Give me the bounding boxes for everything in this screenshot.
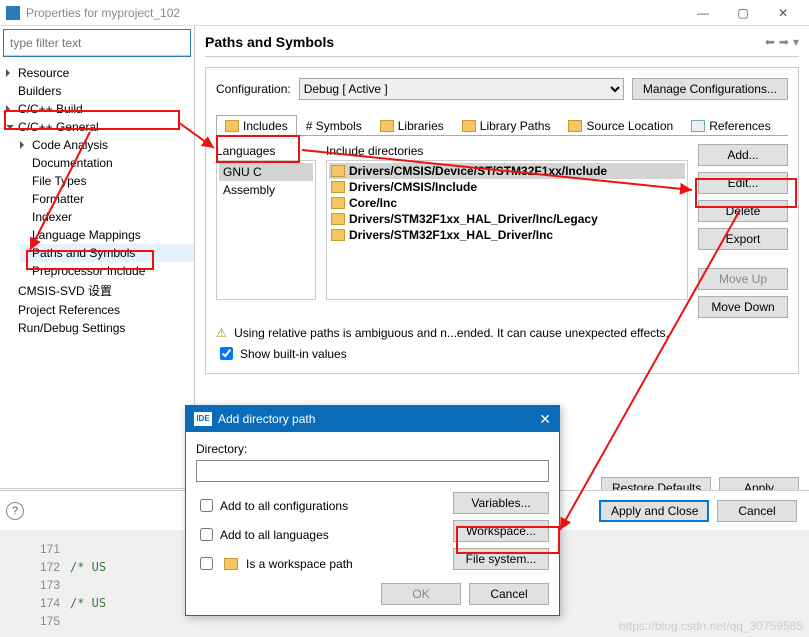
- directory-input[interactable]: [196, 460, 549, 482]
- tree-language-mappings[interactable]: Language Mappings: [20, 226, 194, 244]
- dialog-title: Add directory path: [218, 412, 315, 426]
- tab-libraries[interactable]: Libraries: [371, 115, 453, 136]
- move-down-button[interactable]: Move Down: [698, 296, 788, 318]
- lang-assembly[interactable]: Assembly: [219, 181, 313, 199]
- warning-icon: ⚠: [216, 326, 227, 340]
- show-builtin-checkbox[interactable]: [220, 347, 233, 360]
- config-label: Configuration:: [216, 82, 291, 96]
- close-button[interactable]: ✕: [763, 6, 803, 20]
- page-title: Paths and Symbols: [205, 34, 761, 50]
- tree-formatter[interactable]: Formatter: [20, 190, 194, 208]
- export-button[interactable]: Export: [698, 228, 788, 250]
- folder-icon: [331, 229, 345, 241]
- code-editor: 171 172/* US 173 174/* US 175: [30, 540, 809, 630]
- app-icon: [6, 6, 20, 20]
- tree-resource[interactable]: Resource: [6, 64, 194, 82]
- document-icon: [691, 120, 705, 132]
- tree-cmsis-svd[interactable]: CMSIS-SVD 设置: [6, 280, 194, 301]
- settings-panel: Configuration: Debug [ Active ] Manage C…: [205, 67, 799, 374]
- note-text: Using relative paths is ambiguous and n.…: [234, 326, 669, 340]
- tab-source-location[interactable]: Source Location: [559, 115, 682, 136]
- languages-column: Languages GNU C Assembly: [216, 144, 316, 318]
- includes-column: Include directories Drivers/CMSIS/Device…: [326, 144, 688, 318]
- delete-button[interactable]: Delete: [698, 200, 788, 222]
- languages-header: Languages: [216, 144, 316, 160]
- help-icon[interactable]: ?: [6, 502, 24, 520]
- include-item: Core/Inc: [329, 195, 685, 211]
- folder-icon: [225, 120, 239, 132]
- tree-file-types[interactable]: File Types: [20, 172, 194, 190]
- menu-chevron-icon[interactable]: ▾: [793, 35, 799, 49]
- tree-project-references[interactable]: Project References: [6, 301, 194, 319]
- tab-includes[interactable]: Includes: [216, 115, 297, 136]
- tree-cpp-general[interactable]: C/C++ General: [6, 118, 194, 136]
- tree-documentation[interactable]: Documentation: [20, 154, 194, 172]
- folder-icon: [331, 165, 345, 177]
- tree-run-debug[interactable]: Run/Debug Settings: [6, 319, 194, 337]
- tab-symbols[interactable]: # Symbols: [297, 115, 371, 136]
- include-item: Drivers/CMSIS/Include: [329, 179, 685, 195]
- cancel-button[interactable]: Cancel: [717, 500, 797, 522]
- filter-input[interactable]: [4, 30, 190, 56]
- folder-icon: [331, 181, 345, 193]
- tab-references[interactable]: References: [682, 115, 779, 136]
- tree-code-analysis[interactable]: Code Analysis: [20, 136, 194, 154]
- nav-tree: Resource Builders C/C++ Build C/C++ Gene…: [0, 60, 194, 488]
- add-button[interactable]: Add...: [698, 144, 788, 166]
- watermark: https://blog.csdn.net/qq_30759585: [619, 619, 803, 633]
- titlebar: Properties for myproject_102 — ▢ ✕: [0, 0, 809, 26]
- include-item: Drivers/CMSIS/Device/ST/STM32F1xx/Includ…: [329, 163, 685, 179]
- variables-button[interactable]: Variables...: [453, 492, 549, 514]
- tree-paths-symbols[interactable]: Paths and Symbols: [20, 244, 194, 262]
- tree-preprocessor-include[interactable]: Preprocessor Include: [20, 262, 194, 280]
- add-all-conf-checkbox[interactable]: [200, 499, 213, 512]
- folder-icon: [331, 197, 345, 209]
- tab-library-paths[interactable]: Library Paths: [453, 115, 560, 136]
- workspace-button[interactable]: Workspace...: [453, 520, 549, 542]
- include-item: Drivers/STM32F1xx_HAL_Driver/Inc/Legacy: [329, 211, 685, 227]
- languages-list[interactable]: GNU C Assembly: [216, 160, 316, 300]
- folder-icon: [462, 120, 476, 132]
- lang-gnu-c[interactable]: GNU C: [219, 163, 313, 181]
- folder-icon: [568, 120, 582, 132]
- include-item: Drivers/STM32F1xx_HAL_Driver/Inc: [329, 227, 685, 243]
- tree-cpp-build[interactable]: C/C++ Build: [6, 100, 194, 118]
- minimize-button[interactable]: —: [683, 6, 723, 20]
- sidebar: Resource Builders C/C++ Build C/C++ Gene…: [0, 26, 195, 506]
- edit-button[interactable]: Edit...: [698, 172, 788, 194]
- tabs: Includes # Symbols Libraries Library Pat…: [216, 114, 788, 136]
- move-up-button[interactable]: Move Up: [698, 268, 788, 290]
- forward-icon[interactable]: ➡: [779, 35, 789, 49]
- maximize-button[interactable]: ▢: [723, 6, 763, 20]
- directory-label: Directory:: [196, 442, 549, 456]
- dialog-titlebar[interactable]: IDE Add directory path ✕: [186, 406, 559, 432]
- includes-header: Include directories: [326, 144, 688, 160]
- manage-configurations-button[interactable]: Manage Configurations...: [632, 78, 788, 100]
- show-builtin-label: Show built-in values: [240, 347, 347, 361]
- apply-and-close-button[interactable]: Apply and Close: [599, 500, 709, 522]
- back-icon[interactable]: ⬅: [765, 35, 775, 49]
- side-buttons: Add... Edit... Delete Export Move Up Mov…: [698, 144, 788, 318]
- folder-icon: [380, 120, 394, 132]
- include-list[interactable]: Drivers/CMSIS/Device/ST/STM32F1xx/Includ…: [326, 160, 688, 300]
- folder-icon: [331, 213, 345, 225]
- window-title: Properties for myproject_102: [26, 6, 180, 20]
- tree-builders[interactable]: Builders: [6, 82, 194, 100]
- tree-indexer[interactable]: Indexer: [20, 208, 194, 226]
- ide-icon: IDE: [194, 412, 212, 426]
- config-select[interactable]: Debug [ Active ]: [299, 78, 624, 100]
- dialog-close-icon[interactable]: ✕: [539, 411, 551, 428]
